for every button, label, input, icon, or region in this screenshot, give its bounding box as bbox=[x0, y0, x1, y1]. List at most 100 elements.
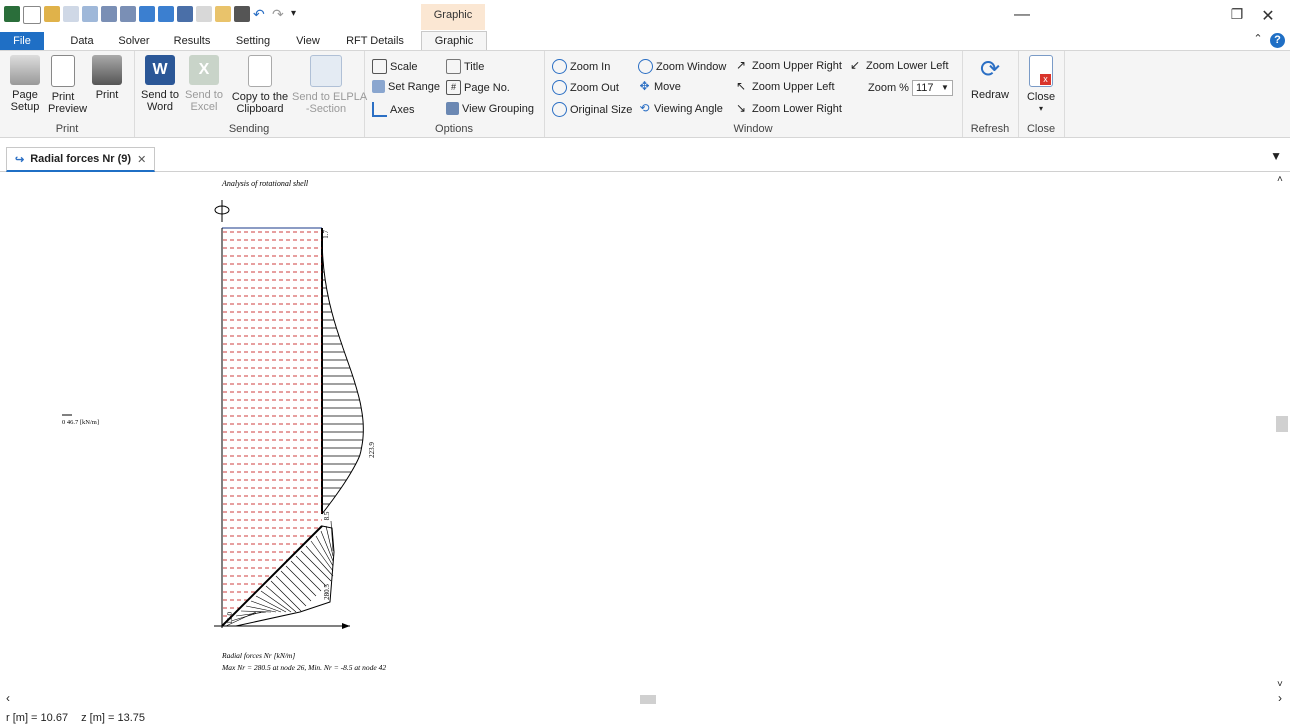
help-icon[interactable]: ? bbox=[1270, 33, 1285, 48]
group-window: Zoom In Zoom Out Original Size Zoom Wind… bbox=[544, 51, 963, 137]
zoom-lower-left-button[interactable]: ↙ Zoom Lower Left bbox=[850, 59, 949, 72]
axes-button[interactable]: Axes bbox=[372, 102, 414, 117]
scroll-up-icon[interactable]: ˄ bbox=[1277, 174, 1283, 185]
tab-rft-details[interactable]: RFT Details bbox=[338, 32, 412, 50]
print-preview-label: Print Preview bbox=[48, 91, 88, 115]
save-icon[interactable] bbox=[177, 6, 193, 22]
red-x-icon: x bbox=[1040, 74, 1051, 85]
layers-icon[interactable] bbox=[101, 6, 117, 22]
copy-clipboard-label: Copy to the Clipboard bbox=[231, 91, 289, 115]
zoom-lower-right-button[interactable]: ↘ Zoom Lower Right bbox=[736, 102, 842, 115]
cone-hatch-line bbox=[300, 550, 332, 582]
layers2-icon[interactable] bbox=[120, 6, 136, 22]
viewing-angle-button[interactable]: ⟲ Viewing Angle bbox=[638, 102, 722, 115]
close-tab-icon[interactable]: ✕ bbox=[137, 153, 146, 166]
preview-icon[interactable] bbox=[196, 6, 212, 22]
tool-icon[interactable] bbox=[139, 6, 155, 22]
tab-list-dropdown-icon[interactable]: ▼ bbox=[1270, 149, 1282, 163]
tab-results[interactable]: Results bbox=[166, 32, 218, 50]
scroll-down-icon[interactable]: ˅ bbox=[1277, 679, 1283, 690]
close-graphic-button[interactable]: x Close ▾ bbox=[1024, 55, 1058, 115]
vertical-scrollbar[interactable]: ˄ ˅ bbox=[1274, 172, 1290, 692]
send-to-elpla-button[interactable]: Send to ELPLA -Section bbox=[292, 55, 367, 115]
tab-file[interactable]: File bbox=[0, 32, 44, 50]
zoom-out-label: Zoom Out bbox=[570, 81, 619, 94]
printer-icon[interactable] bbox=[234, 6, 250, 22]
restore-button[interactable]: ❐ bbox=[1227, 6, 1247, 23]
horizontal-scroll-thumb[interactable] bbox=[640, 695, 656, 704]
undo-icon[interactable]: ↶ bbox=[253, 6, 269, 22]
customize-qat-icon[interactable]: ▾ bbox=[291, 6, 307, 22]
zoom-upper-right-button[interactable]: ↗ Zoom Upper Right bbox=[736, 59, 842, 72]
cone-hatch-line bbox=[320, 530, 334, 562]
print-button[interactable]: Print bbox=[90, 55, 124, 101]
title-button[interactable]: Title bbox=[446, 59, 484, 74]
zoom-out-button[interactable]: Zoom Out bbox=[552, 80, 619, 95]
excel-icon: X bbox=[189, 55, 219, 85]
minimize-button[interactable]: — bbox=[1012, 6, 1032, 24]
open-folder-icon[interactable] bbox=[44, 6, 60, 22]
group-label-sending: Sending bbox=[228, 123, 270, 135]
close-window-button[interactable]: ✕ bbox=[1258, 6, 1278, 26]
zoom-window-button[interactable]: Zoom Window bbox=[638, 59, 726, 74]
zoom-out-icon bbox=[552, 80, 567, 95]
clipboard-icon[interactable] bbox=[215, 6, 231, 22]
graphic-canvas[interactable]: Analysis of rotational shell 1.7 223.9 8… bbox=[0, 172, 1274, 692]
title-label: Title bbox=[464, 60, 485, 73]
page-setup-label: Page Setup bbox=[10, 89, 40, 113]
view-grouping-button[interactable]: View Grouping bbox=[446, 102, 534, 115]
tab-view[interactable]: View bbox=[288, 32, 328, 50]
axes-label: Axes bbox=[390, 103, 415, 116]
page-setup-button[interactable]: Page Setup bbox=[10, 55, 40, 113]
quick-access-toolbar: ↶ ↷ ▾ bbox=[4, 6, 307, 24]
view-grouping-icon bbox=[446, 102, 459, 115]
collapse-ribbon-icon[interactable]: ⌃ bbox=[1248, 32, 1268, 45]
import-icon[interactable] bbox=[82, 6, 98, 22]
vertical-scroll-thumb[interactable] bbox=[1276, 416, 1288, 432]
original-size-button[interactable]: Original Size bbox=[552, 102, 632, 117]
scroll-left-icon[interactable]: ‹ bbox=[6, 691, 10, 705]
move-label: Move bbox=[654, 80, 681, 93]
copy-clipboard-button[interactable]: Copy to the Clipboard bbox=[228, 55, 292, 115]
tool2-icon[interactable] bbox=[158, 6, 174, 22]
cone-hatch-line bbox=[310, 540, 334, 572]
doc-tab-radial-forces[interactable]: ↪ Radial forces Nr (9) ✕ bbox=[6, 147, 156, 172]
group-label-close: Close bbox=[1026, 123, 1056, 135]
zoom-percent-label: Zoom % bbox=[868, 82, 909, 94]
footer-line-1: Radial forces Nr [kN/m] bbox=[221, 651, 295, 660]
zoom-upper-left-label: Zoom Upper Left bbox=[752, 80, 835, 93]
close-dropdown-icon: ▾ bbox=[1038, 104, 1043, 113]
horizontal-scrollbar[interactable]: ‹ › bbox=[0, 691, 1290, 706]
send-to-word-button[interactable]: W Send to Word bbox=[140, 55, 180, 113]
close-window-icon: x bbox=[1029, 55, 1053, 87]
scale-button[interactable]: Scale bbox=[372, 59, 418, 74]
page-no-button[interactable]: # Page No. bbox=[446, 80, 510, 95]
new-file-icon[interactable] bbox=[23, 6, 41, 24]
cone-hatch-line bbox=[240, 610, 272, 613]
tab-graphic[interactable]: Graphic bbox=[421, 31, 487, 51]
arrow-right-icon bbox=[342, 623, 350, 629]
tab-setting[interactable]: Setting bbox=[228, 32, 278, 50]
cone-hatch-line bbox=[275, 575, 307, 607]
value-label-mid: 8.5 bbox=[323, 511, 331, 520]
tab-solver[interactable]: Solver bbox=[112, 32, 156, 50]
value-label-lower: 280.5 bbox=[323, 584, 331, 600]
zoom-percent-select[interactable]: 117 ▼ bbox=[911, 80, 953, 96]
move-button[interactable]: ✥ Move bbox=[638, 80, 681, 93]
redo-icon[interactable]: ↷ bbox=[272, 6, 288, 22]
page-icon[interactable] bbox=[63, 6, 79, 22]
zoom-upper-left-button[interactable]: ↖ Zoom Upper Left bbox=[736, 80, 835, 93]
page-number-icon: # bbox=[446, 80, 461, 95]
zoom-lower-right-label: Zoom Lower Right bbox=[752, 102, 842, 115]
printer-icon bbox=[92, 55, 122, 85]
tab-data[interactable]: Data bbox=[62, 32, 102, 50]
set-range-button[interactable]: Set Range bbox=[372, 80, 440, 93]
redraw-button[interactable]: ⟳ Redraw bbox=[970, 55, 1010, 101]
cone-hatch-line bbox=[290, 560, 322, 592]
zoom-in-button[interactable]: Zoom In bbox=[552, 59, 610, 74]
send-to-excel-button[interactable]: X Send to Excel bbox=[184, 55, 224, 113]
scroll-right-icon[interactable]: › bbox=[1278, 691, 1282, 705]
rotation-axis-icon bbox=[214, 200, 230, 222]
print-preview-button[interactable]: Print Preview bbox=[48, 55, 88, 115]
force-envelope bbox=[321, 228, 364, 515]
